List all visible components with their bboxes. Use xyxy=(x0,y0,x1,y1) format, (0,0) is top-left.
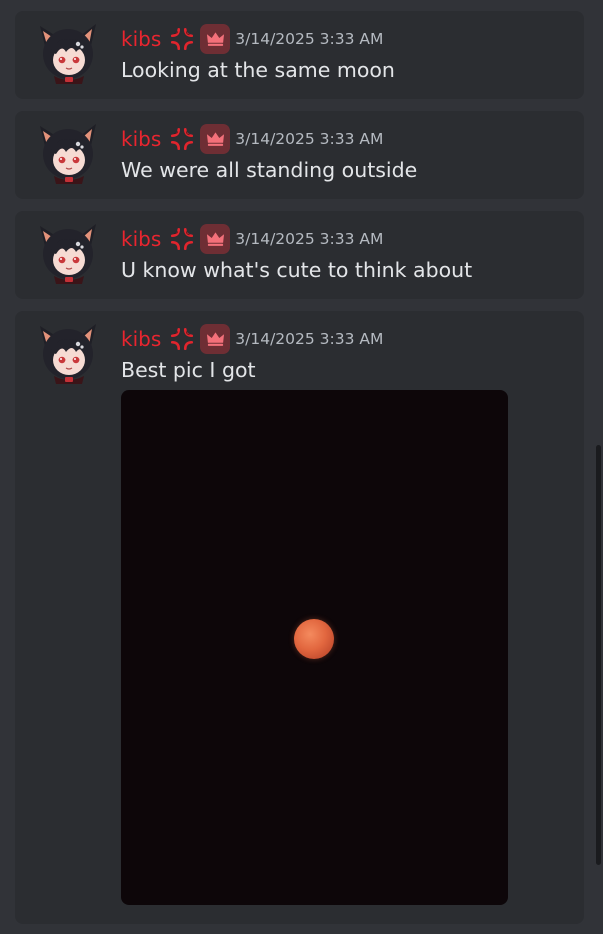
message[interactable]: kibs 3/14/2025 3:33 AM U know what's cut… xyxy=(15,211,584,299)
username[interactable]: kibs xyxy=(121,24,161,54)
message-text: U know what's cute to think about xyxy=(121,258,473,282)
user-avatar-icon[interactable] xyxy=(32,322,102,384)
anger-icon xyxy=(169,126,195,152)
moon-image xyxy=(294,619,334,659)
message-header: kibs 3/14/2025 3:33 AM xyxy=(121,124,383,154)
role-badge[interactable] xyxy=(200,324,231,354)
message-list: kibs 3/14/2025 3:33 AM Looking at the sa… xyxy=(0,0,603,934)
message[interactable]: kibs 3/14/2025 3:33 AM Looking at the sa… xyxy=(15,11,584,99)
crown-icon xyxy=(206,131,225,147)
role-badge[interactable] xyxy=(200,124,231,154)
role-badge[interactable] xyxy=(200,224,231,254)
crown-icon xyxy=(206,331,225,347)
image-attachment[interactable] xyxy=(121,390,508,905)
scrollbar[interactable] xyxy=(596,445,601,865)
role-badge[interactable] xyxy=(200,24,231,54)
anger-icon xyxy=(169,26,195,52)
timestamp: 3/14/2025 3:33 AM xyxy=(235,30,384,48)
username[interactable]: kibs xyxy=(121,324,161,354)
message-text: Looking at the same moon xyxy=(121,58,395,82)
message-header: kibs 3/14/2025 3:33 AM xyxy=(121,224,383,254)
username[interactable]: kibs xyxy=(121,224,161,254)
anger-icon xyxy=(169,226,195,252)
message[interactable]: kibs 3/14/2025 3:33 AM Best pic I got xyxy=(15,311,584,924)
username[interactable]: kibs xyxy=(121,124,161,154)
message-header: kibs 3/14/2025 3:33 AM xyxy=(121,324,383,354)
message-text: We were all standing outside xyxy=(121,158,418,182)
crown-icon xyxy=(206,231,225,247)
user-avatar-icon[interactable] xyxy=(32,22,102,84)
message-text: Best pic I got xyxy=(121,358,256,382)
message-header: kibs 3/14/2025 3:33 AM xyxy=(121,24,383,54)
user-avatar-icon[interactable] xyxy=(32,122,102,184)
message[interactable]: kibs 3/14/2025 3:33 AM We were all stand… xyxy=(15,111,584,199)
crown-icon xyxy=(206,31,225,47)
anger-icon xyxy=(169,326,195,352)
user-avatar-icon[interactable] xyxy=(32,222,102,284)
timestamp: 3/14/2025 3:33 AM xyxy=(235,330,384,348)
timestamp: 3/14/2025 3:33 AM xyxy=(235,230,384,248)
timestamp: 3/14/2025 3:33 AM xyxy=(235,130,384,148)
